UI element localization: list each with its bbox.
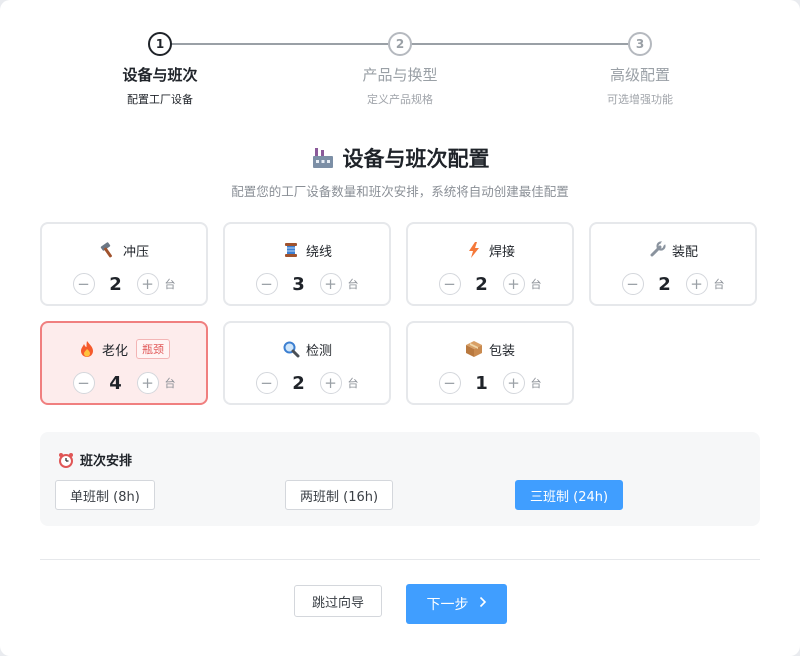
step-number: 3 <box>628 32 652 56</box>
step-3[interactable]: 3 高级配置 可选增强功能 <box>550 30 730 107</box>
equipment-card-welding: 焊接 − 2 + 台 <box>406 222 574 306</box>
bottleneck-badge: 瓶颈 <box>136 339 170 359</box>
equipment-count: 1 <box>475 372 488 394</box>
wizard-steps: 1 设备与班次 配置工厂设备 2 产品与换型 定义产品规格 3 高级配置 可选增… <box>40 30 760 120</box>
equipment-name: 检测 <box>305 343 332 359</box>
package-icon <box>465 340 483 358</box>
increment-button[interactable]: + <box>136 273 159 295</box>
page-subtitle: 配置您的工厂设备数量和班次安排，系统将自动创建最佳配置 <box>231 184 569 199</box>
wizard-card: 1 设备与班次 配置工厂设备 2 产品与换型 定义产品规格 3 高级配置 可选增… <box>0 0 800 656</box>
equipment-unit: 台 <box>530 377 542 390</box>
increment-button[interactable]: + <box>502 273 525 295</box>
next-step-button[interactable]: 下一步 <box>406 584 507 624</box>
equipment-count: 2 <box>292 372 305 394</box>
decrement-button[interactable]: − <box>255 273 278 295</box>
equipment-card-stamping: 冲压 − 2 + 台 <box>40 222 208 306</box>
alarm-clock-icon <box>58 452 74 468</box>
next-step-label: 下一步 <box>426 597 469 613</box>
step-1[interactable]: 1 设备与班次 配置工厂设备 <box>70 30 250 107</box>
page-title-row: 设备与班次配置 <box>0 143 800 173</box>
step-2[interactable]: 2 产品与换型 定义产品规格 <box>310 30 490 107</box>
equipment-unit: 台 <box>347 377 359 390</box>
decrement-button[interactable]: − <box>438 372 461 394</box>
equipment-count: 2 <box>109 273 122 295</box>
equipment-name: 焊接 <box>488 244 515 260</box>
shift-option-single[interactable]: 单班制 (8h) <box>55 480 155 510</box>
step-subtitle: 可选增强功能 <box>607 93 673 106</box>
increment-button[interactable]: + <box>685 273 708 295</box>
equipment-count: 3 <box>292 273 305 295</box>
equipment-unit: 台 <box>713 278 725 291</box>
increment-button[interactable]: + <box>502 372 525 394</box>
equipment-card-aging: 老化 瓶颈 − 4 + 台 <box>40 321 208 405</box>
factory-icon <box>311 147 335 169</box>
step-number: 1 <box>148 32 172 56</box>
equipment-card-inspection: 检测 − 2 + 台 <box>223 321 391 405</box>
magnifier-icon <box>282 340 300 358</box>
spool-icon <box>282 241 300 259</box>
equipment-name: 冲压 <box>122 244 149 260</box>
hammer-icon <box>99 241 117 259</box>
step-subtitle: 配置工厂设备 <box>127 93 193 106</box>
wrench-icon <box>648 241 666 259</box>
step-number: 2 <box>388 32 412 56</box>
equipment-count: 2 <box>658 273 671 295</box>
equipment-name: 包装 <box>488 343 515 359</box>
equipment-name: 装配 <box>671 244 698 260</box>
step-title: 产品与换型 <box>362 66 438 84</box>
equipment-card-packaging: 包装 − 1 + 台 <box>406 321 574 405</box>
equipment-count: 4 <box>109 372 122 394</box>
equipment-name: 绕线 <box>305 244 332 260</box>
shift-title: 班次安排 <box>80 454 133 469</box>
increment-button[interactable]: + <box>136 372 159 394</box>
shift-option-double[interactable]: 两班制 (16h) <box>285 480 394 510</box>
step-title: 设备与班次 <box>122 66 198 84</box>
decrement-button[interactable]: − <box>438 273 461 295</box>
decrement-button[interactable]: − <box>255 372 278 394</box>
shift-option-triple[interactable]: 三班制 (24h) <box>515 480 624 510</box>
page-title: 设备与班次配置 <box>342 147 490 171</box>
equipment-unit: 台 <box>530 278 542 291</box>
equipment-name: 老化 <box>101 343 128 359</box>
increment-button[interactable]: + <box>319 273 342 295</box>
equipment-unit: 台 <box>347 278 359 291</box>
decrement-button[interactable]: − <box>621 273 644 295</box>
equipment-card-winding: 绕线 − 3 + 台 <box>223 222 391 306</box>
decrement-button[interactable]: − <box>72 372 95 394</box>
step-subtitle: 定义产品规格 <box>367 93 433 106</box>
step-title: 高级配置 <box>609 66 670 84</box>
shift-title-row: 班次安排 <box>58 450 132 469</box>
divider <box>40 559 760 560</box>
equipment-unit: 台 <box>164 377 176 390</box>
skip-wizard-button[interactable]: 跳过向导 <box>294 585 382 617</box>
equipment-unit: 台 <box>164 278 176 291</box>
equipment-count: 2 <box>475 273 488 295</box>
decrement-button[interactable]: − <box>72 273 95 295</box>
lightning-icon <box>465 241 483 259</box>
chevron-right-icon <box>479 596 487 612</box>
shift-panel: 班次安排 单班制 (8h) 两班制 (16h) 三班制 (24h) <box>40 432 760 526</box>
increment-button[interactable]: + <box>319 372 342 394</box>
equipment-card-assembly: 装配 − 2 + 台 <box>589 222 757 306</box>
fire-icon <box>78 340 96 358</box>
